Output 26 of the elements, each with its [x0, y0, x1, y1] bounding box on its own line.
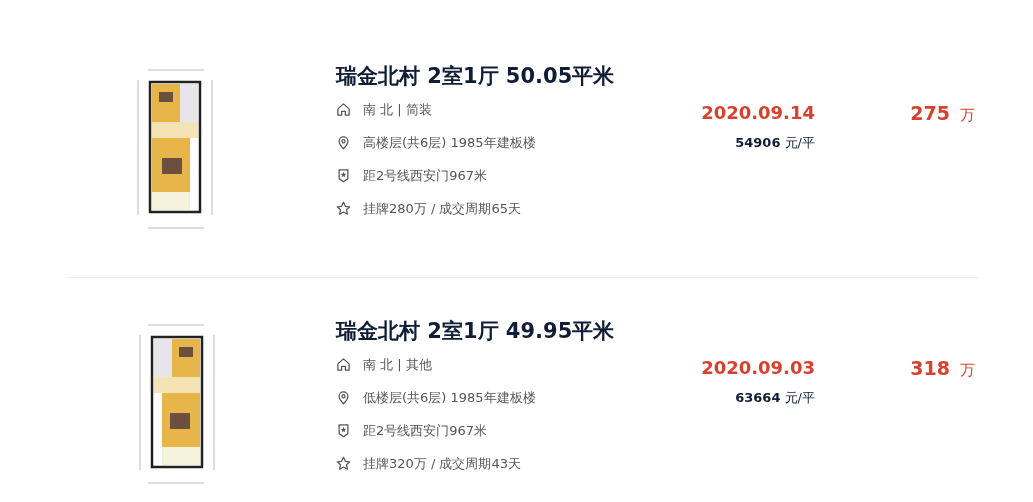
deal-date: 2020.09.14: [701, 101, 815, 125]
star-icon: [336, 201, 351, 216]
shield-star-icon: [336, 168, 351, 183]
listing-detail: 挂牌280万 / 成交周期65天: [363, 199, 521, 218]
house-icon: [336, 102, 351, 117]
price-unit: 万: [960, 360, 975, 381]
total-price: 275: [910, 101, 950, 125]
listing-title[interactable]: 瑞金北村 2室1厅 50.05平米: [336, 63, 700, 89]
listing-title[interactable]: 瑞金北村 2室1厅 49.95平米: [336, 318, 700, 344]
listing-detail: 低楼层(共6层) 1985年建板楼: [363, 388, 536, 407]
location-pin-icon: [336, 390, 351, 405]
price-unit: 万: [960, 105, 975, 126]
unit-price: 54906 元/平: [735, 134, 815, 152]
listing-detail: 高楼层(共6层) 1985年建板楼: [363, 133, 536, 152]
listing-detail: 距2号线西安门967米: [363, 166, 488, 185]
listing-detail: 南 北 | 其他: [363, 355, 432, 374]
deal-date: 2020.09.03: [701, 356, 815, 380]
unit-price: 63664 元/平: [735, 389, 815, 407]
listing-detail: 距2号线西安门967米: [363, 421, 488, 440]
listing-detail: 挂牌320万 / 成交周期43天: [363, 454, 521, 473]
total-price: 318: [910, 356, 950, 380]
star-icon: [336, 456, 351, 471]
shield-star-icon: [336, 423, 351, 438]
listing-detail: 南 北 | 简装: [363, 100, 432, 119]
house-icon: [336, 357, 351, 372]
location-pin-icon: [336, 135, 351, 150]
